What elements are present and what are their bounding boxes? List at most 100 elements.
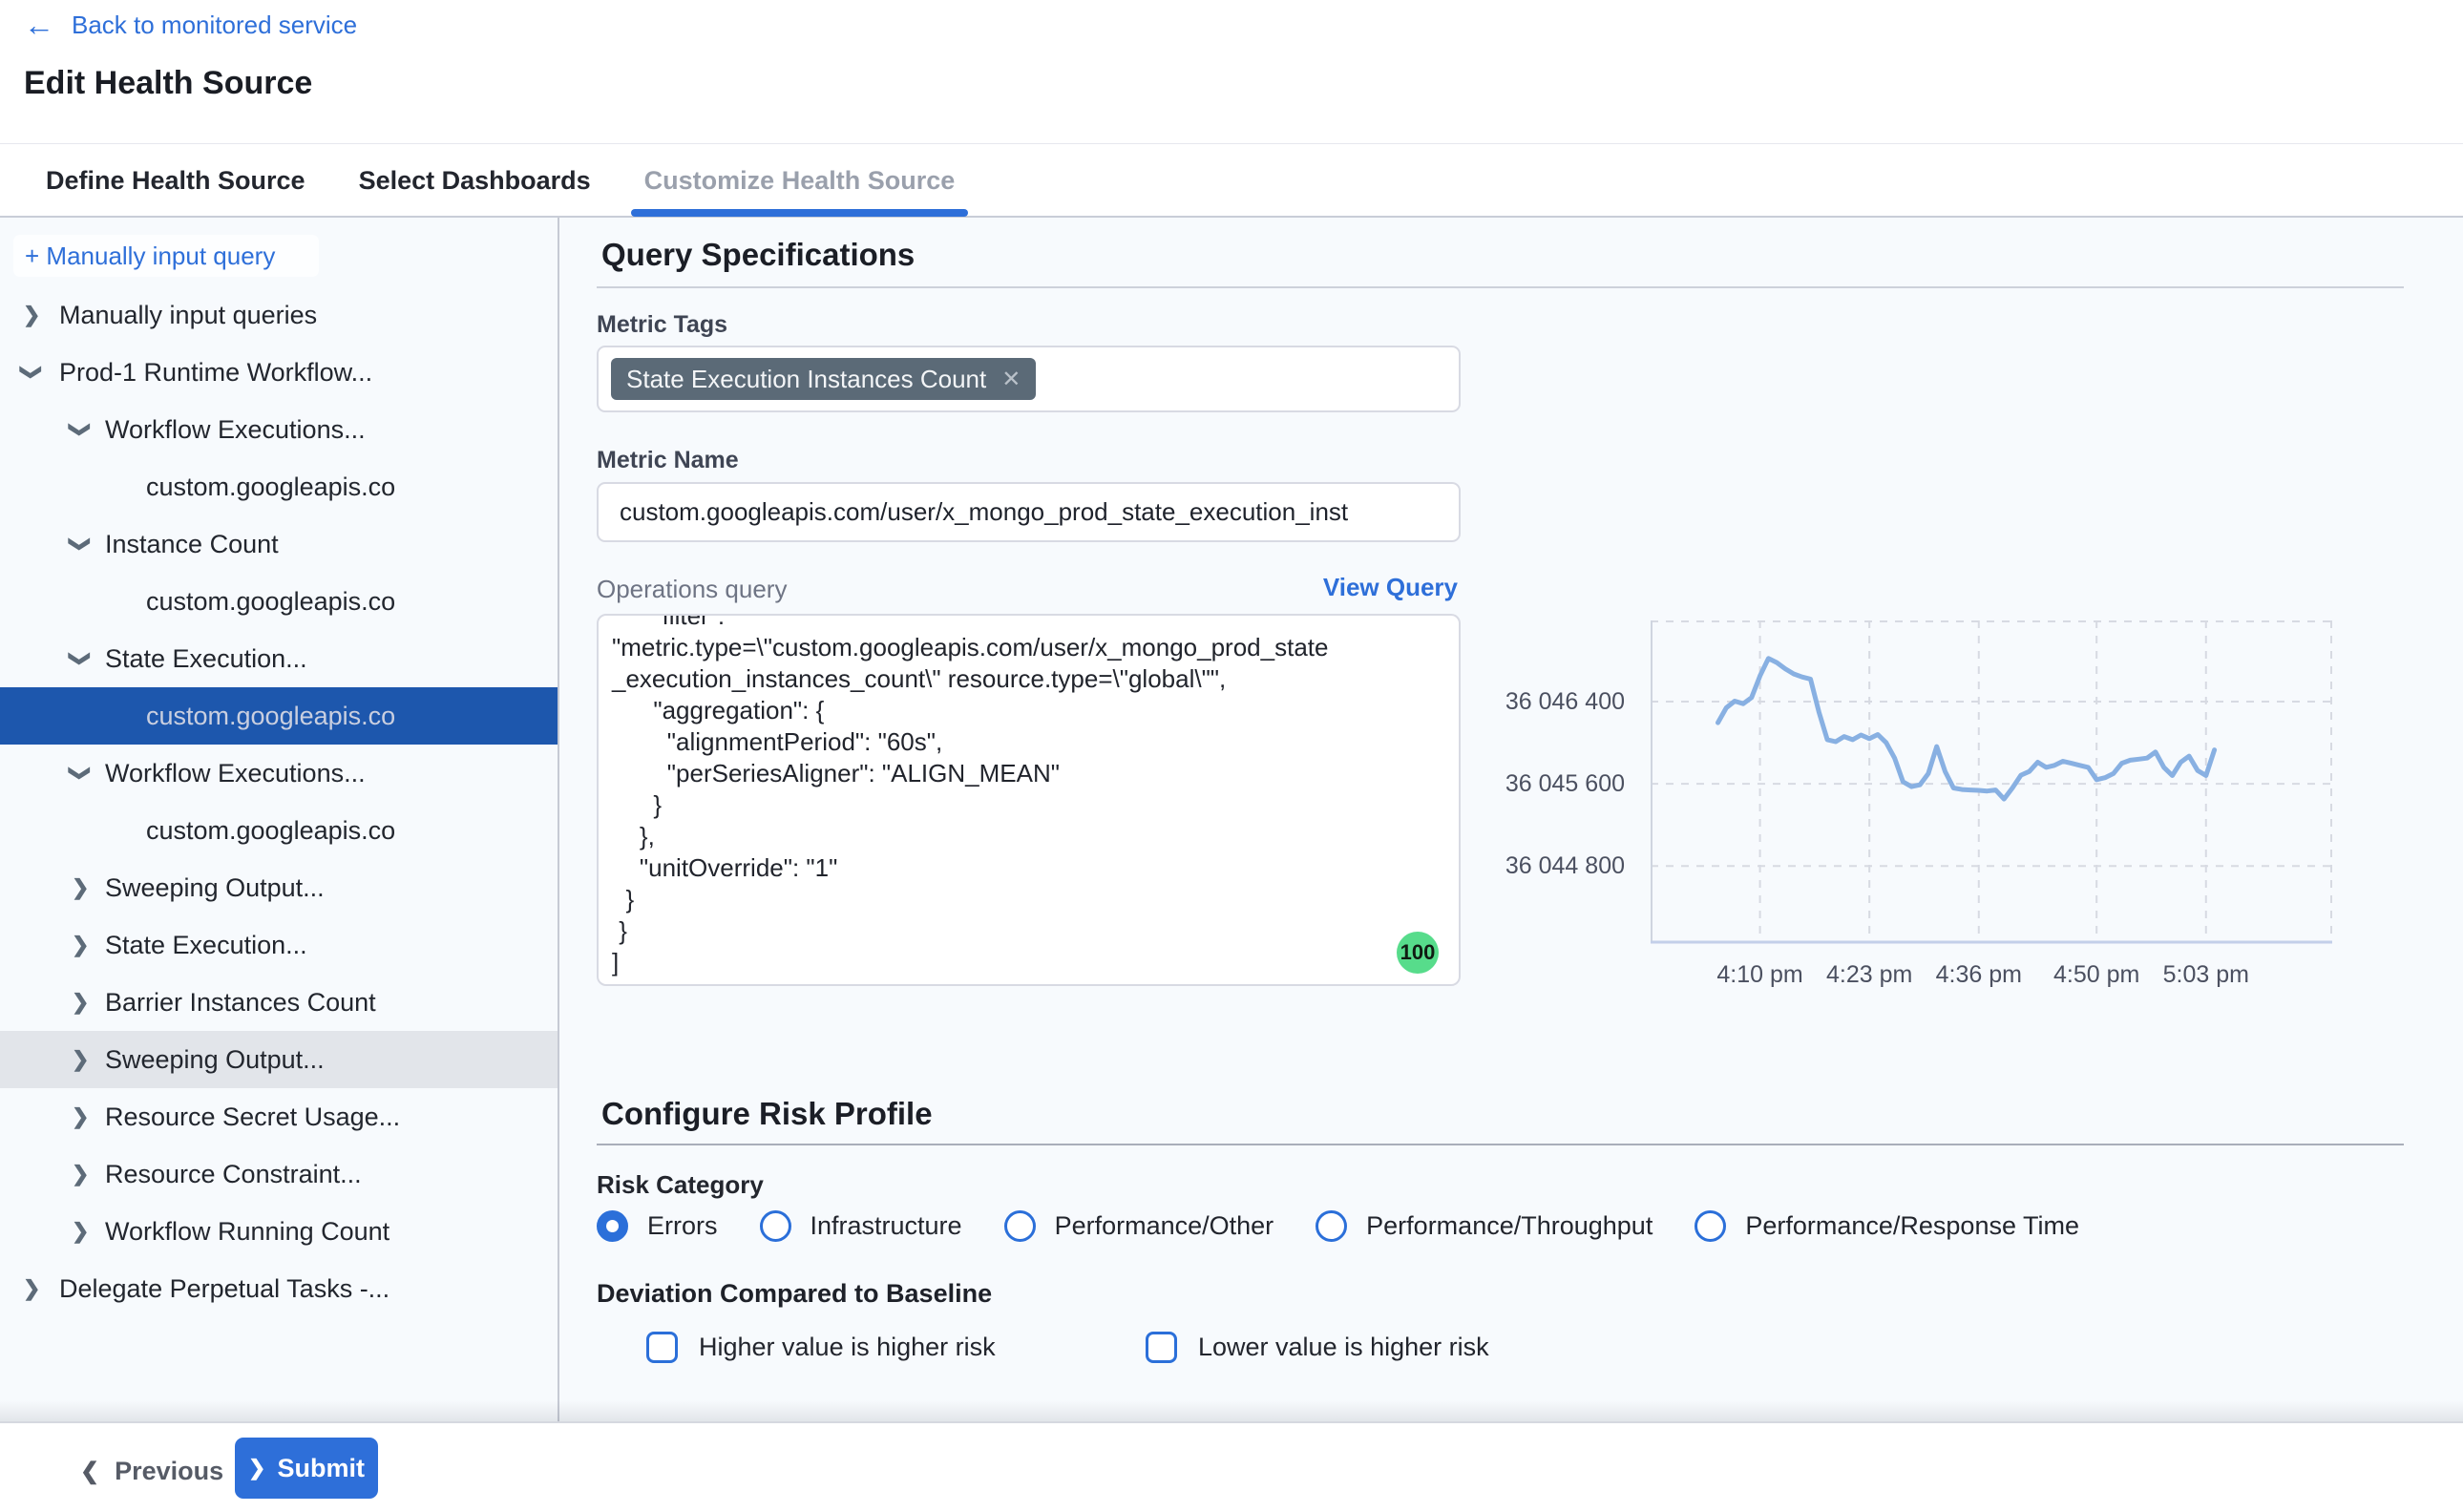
tree-item-label: State Execution... bbox=[105, 931, 477, 960]
radio-label: Performance/Throughput bbox=[1366, 1211, 1653, 1241]
y-axis-tick-label: 36 045 600 bbox=[1489, 768, 1625, 799]
tree-item-label: Barrier Instances Count bbox=[105, 988, 477, 1018]
chevron-right-icon: ❯ bbox=[72, 877, 89, 898]
chevron-right-icon: ❯ bbox=[248, 1456, 265, 1480]
tree-item[interactable]: ❯ Barrier Instances Count bbox=[0, 974, 558, 1031]
radio-icon[interactable] bbox=[1316, 1210, 1347, 1242]
risk-radio-performance-throughput[interactable]: Performance/Throughput bbox=[1316, 1210, 1653, 1242]
tree-item-label: Sweeping Output... bbox=[105, 873, 477, 903]
tab-bar: Define Health Source Select Dashboards Cus… bbox=[0, 143, 2463, 218]
back-to-monitored-service-link[interactable]: ← Back to monitored service bbox=[24, 10, 357, 40]
x-axis-tick-label: 5:03 pm bbox=[2130, 958, 2283, 991]
chevron-right-icon: ❯ bbox=[23, 304, 40, 326]
previous-button[interactable]: ❮ Previous bbox=[80, 1447, 223, 1495]
section-divider bbox=[597, 286, 2404, 288]
tree-item-label: Workflow Executions... bbox=[105, 759, 477, 788]
tree-item[interactable]: ❯ State Execution... bbox=[0, 916, 558, 974]
query-tree: ❯ Manually input queries ❯Prod-1 Runtime W… bbox=[0, 286, 558, 1317]
radio-label: Performance/Other bbox=[1055, 1211, 1274, 1241]
tree-item[interactable]: custom.googleapis.co bbox=[0, 573, 558, 630]
y-axis-tick-label: 36 046 400 bbox=[1489, 686, 1625, 717]
deviation-baseline-label: Deviation Compared to Baseline bbox=[597, 1279, 992, 1309]
tree-item-label: custom.googleapis.co bbox=[146, 587, 425, 617]
tree-item[interactable]: custom.googleapis.co bbox=[0, 802, 558, 859]
chevron-down-icon: ❯ bbox=[70, 765, 91, 782]
risk-category-options: Errors Infrastructure Performance/Other Per… bbox=[597, 1210, 2079, 1242]
tree-item[interactable]: ❯ Workflow Executions... bbox=[0, 745, 558, 802]
chip-close-icon[interactable]: ✕ bbox=[1001, 366, 1021, 393]
metric-name-input[interactable]: custom.googleapis.com/user/x_mongo_prod_… bbox=[597, 482, 1461, 542]
chevron-right-icon: ❯ bbox=[72, 992, 89, 1013]
tree-item[interactable]: ❯Prod-1 Runtime Workflow... bbox=[0, 344, 558, 401]
radio-label: Performance/Response Time bbox=[1745, 1211, 2079, 1241]
tab-select-dashboards[interactable]: Select Dashboards bbox=[359, 144, 591, 217]
checkbox-icon[interactable] bbox=[646, 1332, 678, 1363]
y-axis-tick-label: 36 044 800 bbox=[1489, 850, 1625, 881]
tree-item-label: Manually input queries bbox=[59, 301, 470, 330]
risk-radio-performance-response-time[interactable]: Performance/Response Time bbox=[1695, 1210, 2079, 1242]
tree-item[interactable]: custom.googleapis.co bbox=[0, 687, 558, 745]
tree-item[interactable]: ❯ Sweeping Output... bbox=[0, 859, 558, 916]
chevron-down-icon: ❯ bbox=[21, 364, 42, 381]
checkbox-label: Lower value is higher risk bbox=[1198, 1333, 1489, 1362]
tree-item[interactable]: ❯ Manually input queries bbox=[0, 286, 558, 344]
configure-risk-profile-title: Configure Risk Profile bbox=[601, 1096, 933, 1132]
tree-item[interactable]: ❯Delegate Perpetual Tasks -... bbox=[0, 1260, 558, 1317]
page-title: Edit Health Source bbox=[24, 65, 312, 102]
radio-label: Infrastructure bbox=[810, 1211, 962, 1241]
sidebar-divider bbox=[558, 218, 559, 1421]
chevron-right-icon: ❯ bbox=[72, 1164, 89, 1185]
operations-query-textarea[interactable]: "filter": "metric.type=\"custom.googleap… bbox=[597, 614, 1461, 986]
tree-item-label: Sweeping Output... bbox=[105, 1045, 477, 1075]
radio-icon[interactable] bbox=[597, 1210, 628, 1242]
chevron-right-icon: ❯ bbox=[72, 1106, 89, 1127]
tree-item-label: Workflow Executions... bbox=[105, 415, 477, 445]
chevron-left-icon: ❮ bbox=[80, 1458, 99, 1485]
tree-item[interactable]: ❯State Execution... bbox=[0, 630, 558, 687]
view-query-link[interactable]: View Query bbox=[1279, 573, 1458, 602]
tree-item-label: Resource Secret Usage... bbox=[105, 1102, 477, 1132]
footer-shadow bbox=[0, 1400, 2463, 1421]
back-link-label: Back to monitored service bbox=[72, 10, 357, 40]
checkbox-label: Higher value is higher risk bbox=[699, 1333, 996, 1362]
risk-radio-errors[interactable]: Errors bbox=[597, 1210, 718, 1242]
chevron-down-icon: ❯ bbox=[70, 650, 91, 667]
tree-item-label: custom.googleapis.co bbox=[146, 816, 425, 846]
tree-item-label: Workflow Running Count bbox=[105, 1217, 477, 1247]
tree-item-label: custom.googleapis.co bbox=[146, 702, 425, 731]
manually-input-query-button[interactable]: + Manually input query bbox=[13, 235, 319, 277]
back-arrow-icon: ← bbox=[24, 10, 54, 40]
submit-button-label: Submit bbox=[277, 1454, 365, 1483]
risk-section-divider bbox=[597, 1144, 2404, 1145]
tab-define-health-source[interactable]: Define Health Source bbox=[46, 144, 305, 217]
lower-value-checkbox-option[interactable]: Lower value is higher risk bbox=[1146, 1332, 1489, 1363]
metric-tags-input[interactable]: State Execution Instances Count ✕ bbox=[597, 346, 1461, 412]
chevron-right-icon: ❯ bbox=[23, 1278, 40, 1299]
operations-query-label: Operations query bbox=[597, 575, 787, 604]
tree-item[interactable]: ❯Workflow Executions... bbox=[0, 401, 558, 458]
risk-radio-performance-other[interactable]: Performance/Other bbox=[1004, 1210, 1274, 1242]
tree-item[interactable]: ❯ Resource Secret Usage... bbox=[0, 1088, 558, 1145]
query-specifications-title: Query Specifications bbox=[601, 237, 915, 273]
higher-value-checkbox-option[interactable]: Higher value is higher risk bbox=[646, 1332, 996, 1363]
radio-label: Errors bbox=[647, 1211, 718, 1241]
radio-icon[interactable] bbox=[1695, 1210, 1726, 1242]
previous-button-label: Previous bbox=[115, 1457, 223, 1486]
records-count-badge: 100 bbox=[1397, 932, 1439, 974]
chevron-right-icon: ❯ bbox=[72, 1221, 89, 1242]
tabs-container: Define Health Source Select Dashboards Cus… bbox=[46, 144, 955, 217]
metric-tag-chip-label: State Execution Instances Count bbox=[626, 365, 986, 394]
tree-item[interactable]: ❯Instance Count bbox=[0, 515, 558, 573]
radio-icon[interactable] bbox=[760, 1210, 791, 1242]
tree-item[interactable]: ❯ Workflow Running Count bbox=[0, 1203, 558, 1260]
tree-item-label: Resource Constraint... bbox=[105, 1160, 477, 1189]
radio-icon[interactable] bbox=[1004, 1210, 1036, 1242]
tree-item[interactable]: custom.googleapis.co bbox=[0, 458, 558, 515]
tree-item[interactable]: ❯Sweeping Output... bbox=[0, 1031, 558, 1088]
submit-button[interactable]: ❯ Submit bbox=[235, 1438, 378, 1499]
checkbox-icon[interactable] bbox=[1146, 1332, 1177, 1363]
risk-radio-infrastructure[interactable]: Infrastructure bbox=[760, 1210, 962, 1242]
tree-item[interactable]: ❯ Resource Constraint... bbox=[0, 1145, 558, 1203]
chevron-right-icon: ❯ bbox=[72, 934, 89, 956]
tab-customize-health-source[interactable]: Customize Health Source bbox=[644, 144, 956, 217]
